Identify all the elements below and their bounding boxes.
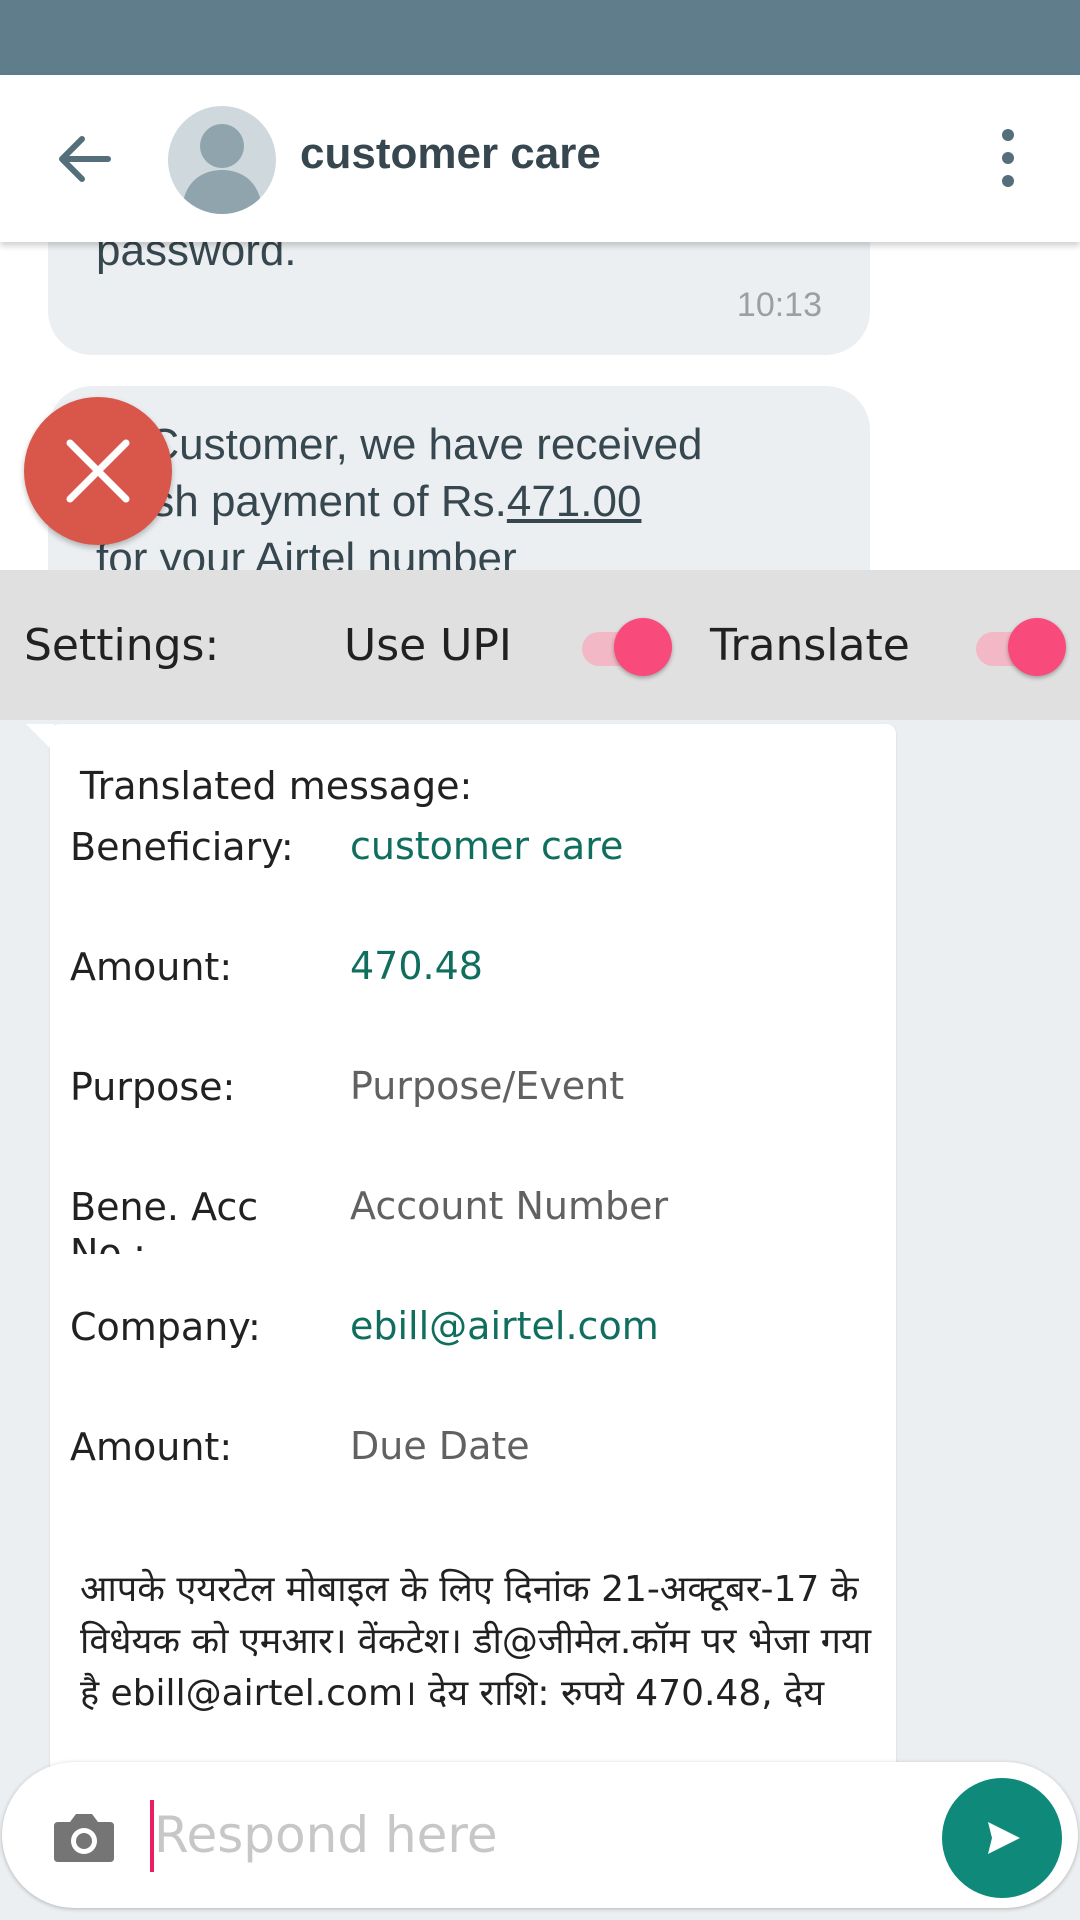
message-line: ar Customer, we have received — [96, 420, 703, 469]
purpose-field[interactable]: Purpose/Event — [350, 1064, 624, 1108]
respond-input[interactable] — [154, 1792, 914, 1878]
close-button[interactable] — [24, 397, 172, 545]
message-time: 10:13 — [736, 286, 822, 324]
send-icon — [988, 1822, 1020, 1854]
beneficiary-label: Beneficiary: — [70, 825, 294, 869]
card-title: Translated message: — [80, 764, 473, 808]
card-notch — [26, 724, 54, 752]
translation-overlay: Settings: Use UPI Translate Translated m… — [0, 570, 1080, 1920]
settings-label: Settings: — [24, 620, 220, 671]
toggle-knob — [1008, 618, 1066, 676]
due-date-field[interactable]: Due Date — [350, 1424, 530, 1468]
amount-label: Amount: — [70, 945, 233, 989]
composer-bar — [2, 1762, 1078, 1908]
app-bar: customer care — [0, 75, 1080, 242]
company-label: Company: — [70, 1305, 261, 1349]
beneficiary-value[interactable]: customer care — [350, 824, 623, 868]
avatar-icon — [182, 124, 262, 214]
purpose-label: Purpose: — [70, 1065, 236, 1109]
use-upi-label: Use UPI — [344, 620, 512, 671]
translate-toggle[interactable] — [970, 614, 1070, 676]
translate-label: Translate — [710, 620, 910, 671]
amount-value[interactable]: 470.48 — [350, 944, 483, 988]
contact-name[interactable]: customer care — [300, 129, 601, 179]
toggle-knob — [614, 618, 672, 676]
amount-link[interactable]: 471.00 — [507, 477, 642, 526]
avatar[interactable] — [168, 106, 276, 214]
send-button[interactable] — [942, 1778, 1062, 1898]
back-arrow-icon[interactable] — [52, 127, 116, 191]
settings-bar: Settings: Use UPI Translate — [0, 570, 1080, 720]
account-number-label: Bene. Acc No.: — [70, 1185, 259, 1254]
message-text: ar Customer, we have received Cash payme… — [96, 416, 836, 587]
translated-message-card: Translated message: Beneficiary: custome… — [50, 724, 896, 1774]
company-value[interactable]: ebill@airtel.com — [350, 1304, 659, 1348]
account-number-field[interactable]: Account Number — [350, 1184, 668, 1228]
due-amount-label: Amount: — [70, 1425, 233, 1469]
status-bar — [0, 0, 1080, 75]
translated-hindi-text: आपके एयरटेल मोबाइल के लिए दिनांक 21-अक्ट… — [80, 1569, 872, 1714]
camera-icon[interactable] — [52, 1808, 116, 1864]
more-vertical-icon[interactable] — [990, 125, 1026, 195]
close-icon — [66, 439, 130, 503]
use-upi-toggle[interactable] — [576, 614, 676, 676]
